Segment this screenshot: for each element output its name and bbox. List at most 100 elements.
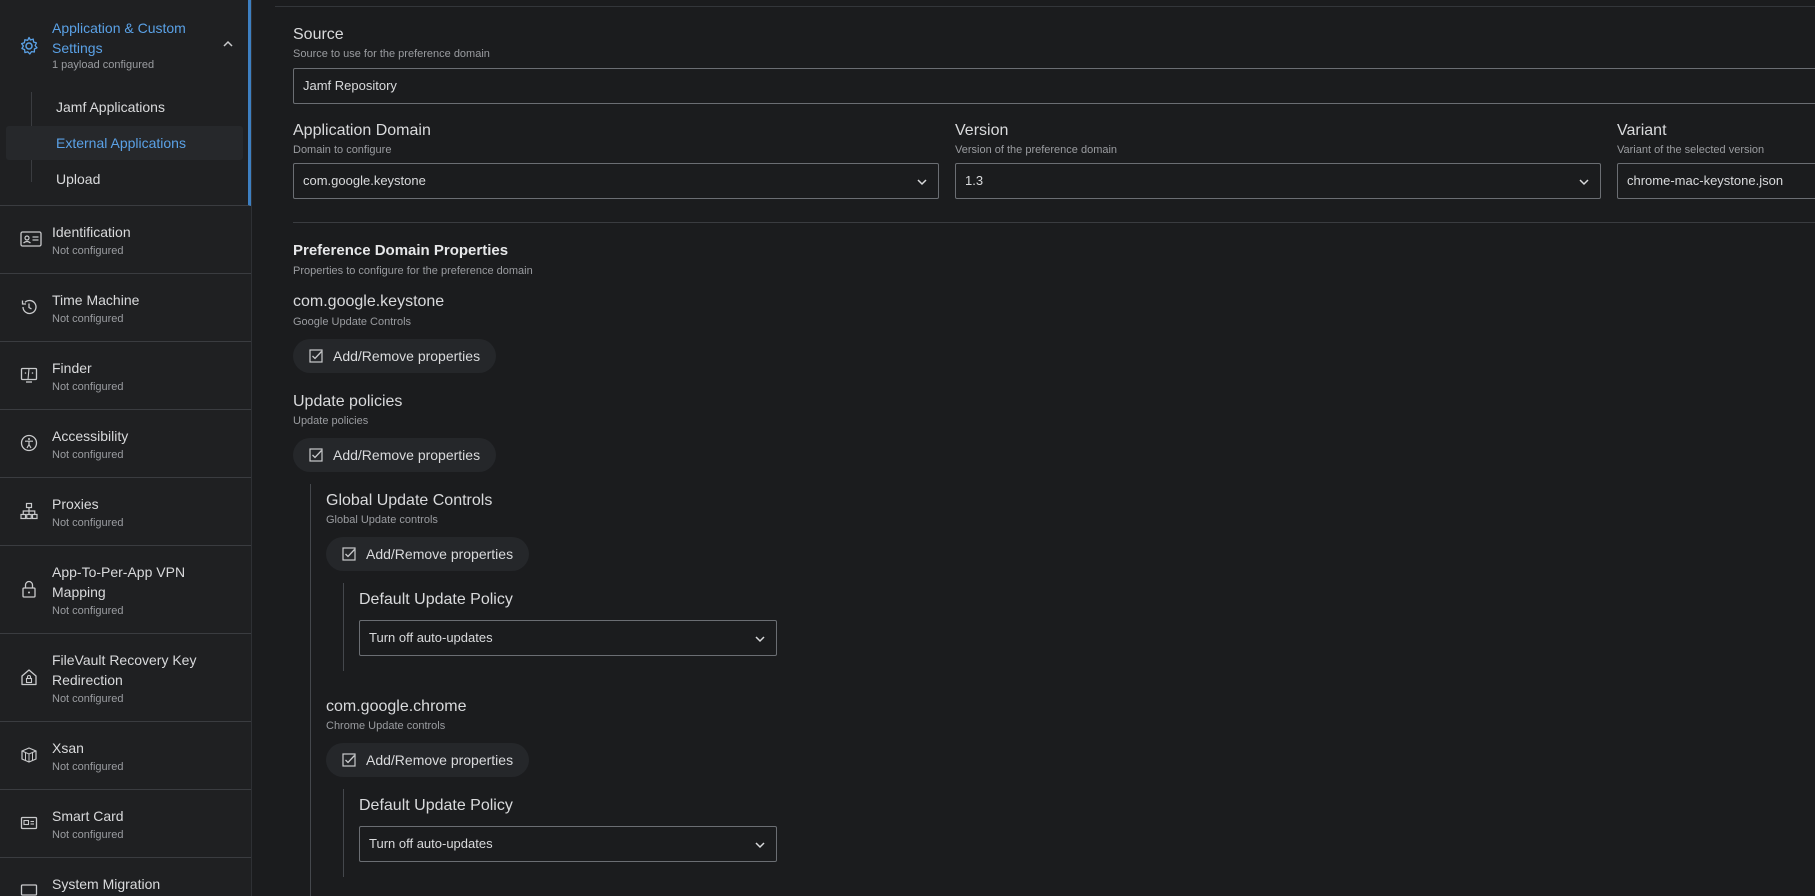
update-policies-help: Update policies bbox=[293, 415, 369, 427]
source-label: Source bbox=[293, 26, 344, 43]
variant-select[interactable]: chrome-mac-keystone.json bbox=[1617, 163, 1815, 199]
section-divider bbox=[293, 222, 1815, 223]
sidebar-item-status: Not configured bbox=[52, 829, 124, 841]
source-field[interactable]: Jamf Repository bbox=[293, 68, 1815, 104]
lock-icon bbox=[22, 580, 36, 598]
sidebar-item-status: Not configured bbox=[52, 605, 124, 617]
app-domain-value: com.google.keystone bbox=[303, 173, 426, 188]
sidebar-item-status: Not configured bbox=[52, 693, 124, 705]
sidebar-item-title: FileVault Recovery Key Redirection bbox=[52, 652, 197, 688]
sidebar-subitem-external-applications[interactable]: External Applications bbox=[6, 126, 243, 160]
default-update-policy-select[interactable]: Turn off auto-updates bbox=[359, 620, 777, 656]
nesting-line bbox=[343, 583, 344, 671]
storage-icon bbox=[21, 747, 37, 763]
house-lock-icon bbox=[21, 669, 37, 686]
sidebar-item-title: Time Machine bbox=[52, 292, 140, 308]
version-label: Version bbox=[955, 122, 1009, 139]
chrome-default-update-policy-title: Default Update Policy bbox=[359, 797, 513, 814]
app-domain-label: Application Domain bbox=[293, 122, 431, 139]
sidebar-item-app-to-per-app-vpn[interactable]: App-To-Per-App VPN Mapping Not configure… bbox=[0, 546, 251, 634]
sidebar-active-title: Application & Custom Settings bbox=[52, 20, 186, 56]
source-help: Source to use for the preference domain bbox=[293, 48, 490, 60]
chrome-default-update-policy-select[interactable]: Turn off auto-updates bbox=[359, 826, 777, 862]
default-update-policy-value: Turn off auto-updates bbox=[369, 630, 493, 645]
default-update-policy-title: Default Update Policy bbox=[359, 591, 513, 608]
sidebar-item-system-migration[interactable]: System Migration bbox=[0, 858, 251, 896]
chrome-add-remove-button[interactable]: Add/Remove properties bbox=[326, 743, 530, 777]
sidebar-item-filevault-recovery[interactable]: FileVault Recovery Key Redirection Not c… bbox=[0, 634, 251, 722]
network-icon bbox=[20, 502, 38, 520]
top-divider bbox=[275, 6, 1815, 7]
sidebar-item-title: Identification bbox=[52, 224, 131, 240]
version-help: Version of the preference domain bbox=[955, 144, 1118, 156]
global-update-title: Global Update Controls bbox=[326, 492, 493, 509]
sidebar: Application & Custom Settings 1 payload … bbox=[0, 0, 252, 896]
sidebar-item-proxies[interactable]: Proxies Not configured bbox=[0, 478, 251, 546]
sidebar-item-status: Not configured bbox=[52, 449, 124, 461]
sidebar-item-xsan[interactable]: Xsan Not configured bbox=[0, 722, 251, 790]
checkbox-list-icon bbox=[342, 547, 356, 561]
sidebar-item-status: Not configured bbox=[52, 245, 124, 257]
sidebar-item-label: Proxies Not configured bbox=[52, 494, 222, 532]
add-remove-label: Add/Remove properties bbox=[366, 752, 514, 768]
sidebar-item-title: Finder bbox=[52, 360, 92, 376]
checkbox-list-icon bbox=[309, 448, 323, 462]
sidebar-item-accessibility[interactable]: Accessibility Not configured bbox=[0, 410, 251, 478]
chevron-down-icon bbox=[755, 842, 765, 849]
main-content: Source Source to use for the preference … bbox=[275, 0, 1815, 896]
sidebar-item-smart-card[interactable]: Smart Card Not configured bbox=[0, 790, 251, 858]
smart-card-icon bbox=[20, 816, 38, 830]
sidebar-item-title: Xsan bbox=[52, 740, 84, 756]
update-policies-add-remove-button[interactable]: Add/Remove properties bbox=[293, 438, 497, 472]
finder-icon bbox=[20, 367, 38, 383]
chevron-up-icon[interactable] bbox=[222, 38, 234, 50]
sidebar-item-label: Finder Not configured bbox=[52, 358, 222, 396]
sidebar-item-label: Time Machine Not configured bbox=[52, 290, 222, 328]
version-select[interactable]: 1.3 bbox=[955, 163, 1601, 199]
accessibility-icon bbox=[20, 434, 38, 452]
sidebar-item-application-custom-settings: Application & Custom Settings 1 payload … bbox=[0, 0, 251, 206]
global-update-add-remove-button[interactable]: Add/Remove properties bbox=[326, 537, 530, 571]
variant-help: Variant of the selected version bbox=[1617, 144, 1765, 156]
chevron-down-icon bbox=[1579, 179, 1589, 186]
chrome-group-title: com.google.chrome bbox=[326, 698, 467, 715]
id-card-icon bbox=[20, 231, 42, 247]
nesting-line bbox=[343, 789, 344, 877]
sidebar-item-title: Proxies bbox=[52, 496, 99, 512]
keystone-add-remove-button[interactable]: Add/Remove properties bbox=[293, 339, 497, 373]
sidebar-item-title: App-To-Per-App VPN Mapping bbox=[52, 564, 186, 600]
add-remove-label: Add/Remove properties bbox=[366, 546, 514, 562]
nesting-line bbox=[310, 484, 311, 896]
keystone-group-help: Google Update Controls bbox=[293, 316, 412, 328]
sidebar-item-status: Not configured bbox=[52, 381, 124, 393]
checkbox-list-icon bbox=[342, 753, 356, 767]
gear-icon bbox=[20, 36, 38, 55]
sidebar-item-identification[interactable]: Identification Not configured bbox=[0, 206, 251, 274]
history-clock-icon bbox=[21, 299, 37, 315]
chevron-down-icon bbox=[755, 636, 765, 643]
sidebar-item-time-machine[interactable]: Time Machine Not configured bbox=[0, 274, 251, 342]
app-domain-select[interactable]: com.google.keystone bbox=[293, 163, 939, 199]
sidebar-item-finder[interactable]: Finder Not configured bbox=[0, 342, 251, 410]
sidebar-item-label: Smart Card Not configured bbox=[52, 806, 222, 844]
sidebar-item-status: Not configured bbox=[52, 761, 124, 773]
keystone-group-title: com.google.keystone bbox=[293, 293, 445, 310]
chrome-default-update-policy-value: Turn off auto-updates bbox=[369, 836, 493, 851]
sidebar-section-header[interactable]: Application & Custom Settings 1 payload … bbox=[0, 16, 248, 76]
variant-label: Variant bbox=[1617, 122, 1667, 139]
sidebar-item-label: Xsan Not configured bbox=[52, 738, 222, 776]
app-domain-help: Domain to configure bbox=[293, 144, 392, 156]
global-update-help: Global Update controls bbox=[326, 514, 438, 526]
sidebar-item-title: Smart Card bbox=[52, 808, 124, 824]
update-policies-title: Update policies bbox=[293, 393, 403, 410]
sidebar-item-label: FileVault Recovery Key Redirection Not c… bbox=[52, 650, 222, 708]
sidebar-active-status: 1 payload configured bbox=[52, 59, 155, 71]
sidebar-subitem-jamf-applications[interactable]: Jamf Applications bbox=[6, 90, 243, 124]
checkbox-list-icon bbox=[309, 349, 323, 363]
sidebar-item-label: System Migration bbox=[52, 874, 222, 894]
chevron-down-icon bbox=[917, 179, 927, 186]
sidebar-item-label: App-To-Per-App VPN Mapping Not configure… bbox=[52, 562, 222, 620]
sidebar-subitem-upload[interactable]: Upload bbox=[6, 162, 243, 196]
sidebar-item-status: Not configured bbox=[52, 313, 124, 325]
version-value: 1.3 bbox=[965, 173, 984, 188]
